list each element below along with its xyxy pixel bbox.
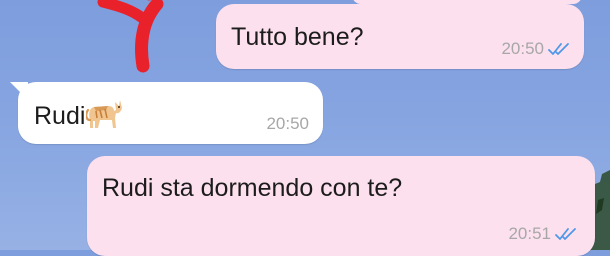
message-meta: 20:51 bbox=[508, 224, 577, 244]
message-time: 20:51 bbox=[508, 224, 551, 243]
message-bubble-incoming[interactable]: Rudi 20:50 bbox=[18, 82, 323, 144]
message-meta: 20:50 bbox=[266, 114, 309, 134]
cat-icon bbox=[86, 100, 123, 128]
message-content: Rudi bbox=[34, 96, 123, 131]
message-bubble-outgoing[interactable]: Rudi sta dormendo con te? 20:51 bbox=[87, 156, 595, 256]
double-check-icon bbox=[555, 228, 576, 240]
double-check-icon bbox=[548, 43, 569, 55]
message-time: 20:50 bbox=[266, 114, 309, 133]
message-text: Tutto bene? bbox=[231, 23, 364, 51]
message-meta: 20:50 bbox=[501, 39, 570, 59]
message-bubble-outgoing[interactable]: Tutto bene? 20:50 bbox=[216, 4, 584, 69]
red-arrow-annotation bbox=[97, 0, 164, 73]
message-text: Rudi bbox=[34, 102, 86, 130]
message-text: Rudi sta dormendo con te? bbox=[102, 174, 403, 202]
message-time: 20:50 bbox=[501, 39, 544, 58]
